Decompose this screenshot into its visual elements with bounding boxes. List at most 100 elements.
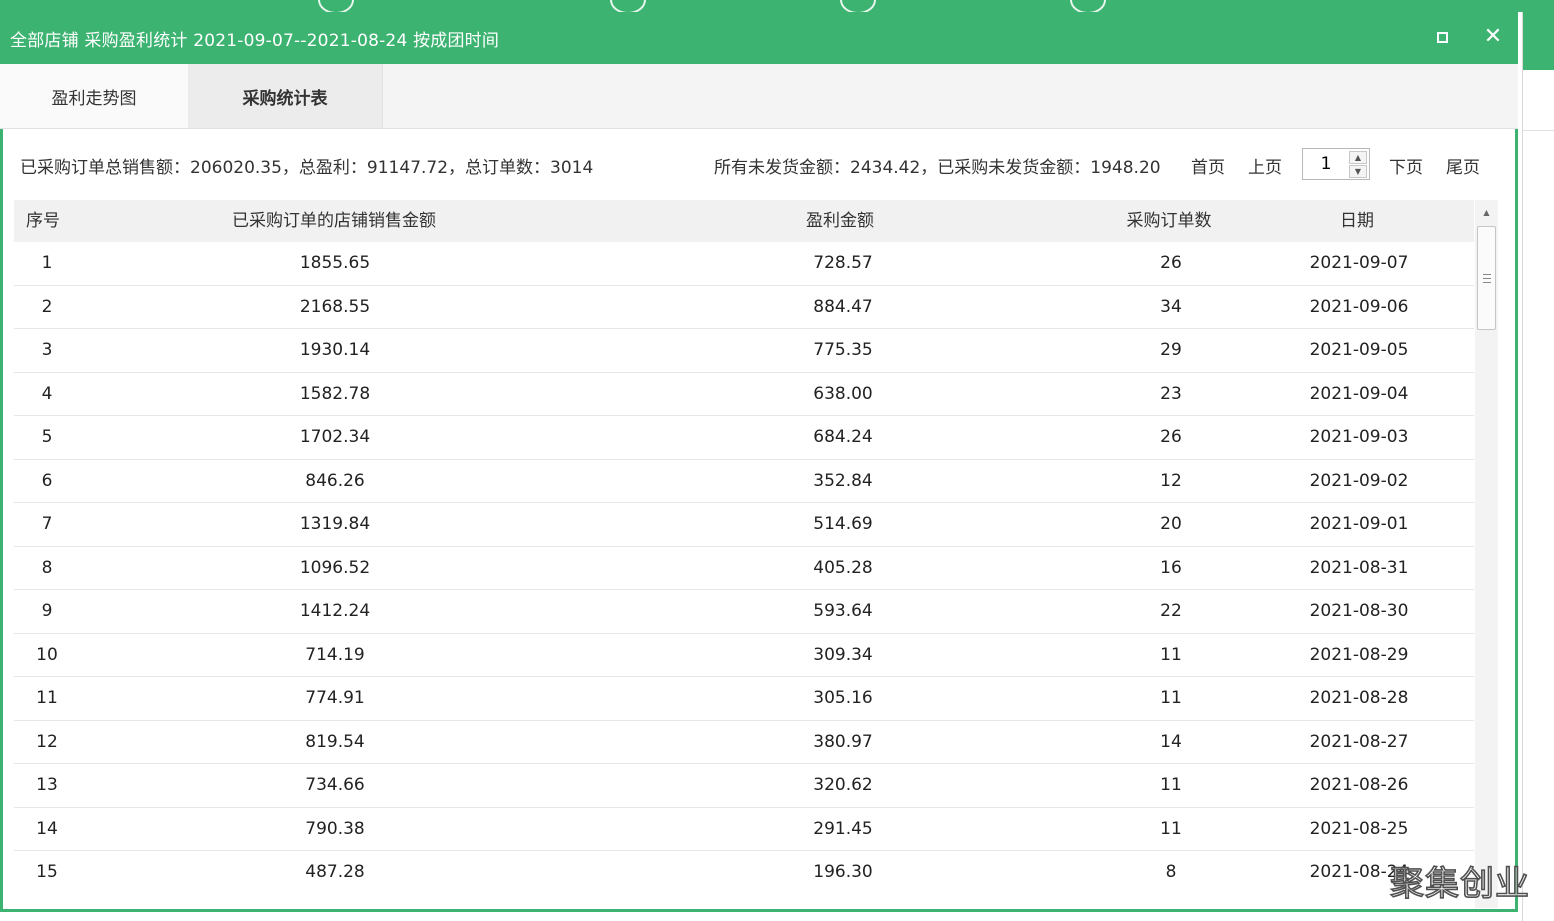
prev-page-link[interactable]: 上页 [1248,153,1282,178]
column-header-orders[interactable]: 采购订单数 [1086,200,1252,242]
table-row[interactable]: 13 734.66 320.62 11 2021-08-26 [14,764,1474,808]
cell-profit: 884.47 [813,296,873,317]
tab-bar: 盈利走势图 采购统计表 [0,64,1518,129]
cell-sales: 1319.84 [299,514,371,534]
table-row[interactable]: 3 1930.14 775.35 29 2021-09-05 [14,329,1474,373]
table-row[interactable]: 11 774.91 305.16 11 2021-08-28 [14,677,1474,721]
column-header-sales[interactable]: 已采购订单的店铺销售金额 [134,200,534,242]
cell-sales: 1930.14 [299,340,371,360]
scrollbar-thumb[interactable] [1477,226,1496,330]
cell-orders: 23 [1160,383,1182,404]
cell-orders: 12 [1160,470,1182,491]
cell-sales: 714.19 [305,644,365,665]
table-row[interactable]: 6 846.26 352.84 12 2021-09-02 [14,460,1474,503]
caret-up-icon: ▲ [1354,153,1362,162]
cell-orders: 11 [1160,644,1182,665]
cell-date: 2021-09-04 [1309,383,1409,404]
maximize-button[interactable] [1427,22,1457,52]
cell-sales: 1412.24 [299,601,371,621]
first-page-link[interactable]: 首页 [1191,153,1225,178]
page-down-button[interactable]: ▼ [1349,165,1367,178]
cell-orders: 34 [1160,296,1182,317]
chevron-up-icon: ▲ [1483,207,1490,217]
cell-profit: 638.00 [813,383,873,404]
cell-date: 2021-09-01 [1309,514,1409,534]
cell-index: 9 [41,601,53,621]
table-row[interactable]: 14 790.38 291.45 11 2021-08-25 [14,808,1474,851]
summary-unshipped: 所有未发货金额：2434.42，已采购未发货金额：1948.20 [714,158,1161,178]
column-header-date[interactable]: 日期 [1260,200,1454,242]
table-row[interactable]: 10 714.19 309.34 11 2021-08-29 [14,634,1474,677]
cell-index: 2 [41,296,53,317]
table-scrollbar[interactable]: ▲ [1475,200,1498,908]
cell-profit: 514.69 [813,514,873,534]
cell-index: 13 [36,775,58,795]
cell-orders: 20 [1160,514,1182,534]
cell-profit: 291.45 [813,818,873,839]
background-app-header [0,0,1554,14]
table-row[interactable]: 2 2168.55 884.47 34 2021-09-06 [14,286,1474,329]
column-header-index[interactable]: 序号 [14,200,80,242]
cell-profit: 309.34 [813,644,873,665]
cell-sales: 1582.78 [299,383,371,404]
column-header-profit[interactable]: 盈利金额 [634,200,1046,242]
cell-orders: 11 [1160,688,1182,708]
cell-profit: 405.28 [813,557,873,578]
table-header: 序号 已采购订单的店铺销售金额 盈利金额 采购订单数 日期 [14,200,1474,242]
table-row[interactable]: 15 487.28 196.30 8 2021-08-24 [14,851,1474,895]
next-page-link[interactable]: 下页 [1389,153,1423,178]
table-row[interactable]: 7 1319.84 514.69 20 2021-09-01 [14,503,1474,547]
cell-orders: 16 [1160,557,1182,578]
cell-index: 5 [41,427,53,447]
watermark-text: 聚集创业 [1389,863,1530,905]
table-row[interactable]: 4 1582.78 638.00 23 2021-09-04 [14,373,1474,416]
cell-sales: 790.38 [305,818,365,839]
cell-profit: 684.24 [813,427,873,447]
cell-index: 10 [36,644,58,665]
close-icon: ✕ [1483,24,1503,49]
cell-profit: 352.84 [813,470,873,491]
cell-orders: 8 [1165,862,1177,882]
cell-date: 2021-08-28 [1309,688,1409,708]
cell-index: 14 [36,818,58,839]
grip-icon [1482,273,1491,283]
cell-date: 2021-08-31 [1309,557,1409,578]
cell-sales: 1096.52 [299,557,371,578]
cell-index: 3 [41,340,53,360]
cell-sales: 774.91 [305,688,365,708]
table-row[interactable]: 12 819.54 380.97 14 2021-08-27 [14,721,1474,764]
cell-date: 2021-08-29 [1309,644,1409,665]
cell-profit: 320.62 [813,775,873,795]
cell-index: 6 [41,470,53,491]
cell-date: 2021-08-26 [1309,775,1409,795]
table-row[interactable]: 1 1855.65 728.57 26 2021-09-07 [14,242,1474,286]
page-number-input[interactable] [1305,151,1347,177]
stats-table: 序号 已采购订单的店铺销售金额 盈利金额 采购订单数 日期 1 1855.65 … [14,200,1474,908]
tab-purchase-stats[interactable]: 采购统计表 [188,64,383,128]
cell-sales: 1855.65 [299,253,371,273]
cell-date: 2021-09-05 [1309,340,1409,360]
cell-date: 2021-08-30 [1309,601,1409,621]
cell-index: 8 [41,557,53,578]
cell-orders: 22 [1160,601,1182,621]
cell-sales: 2168.55 [299,296,371,317]
caret-down-icon: ▼ [1354,167,1362,176]
close-button[interactable]: ✕ [1478,22,1508,52]
cell-date: 2021-09-06 [1309,296,1409,317]
table-row[interactable]: 9 1412.24 593.64 22 2021-08-30 [14,590,1474,634]
cell-sales: 846.26 [305,470,365,491]
last-page-link[interactable]: 尾页 [1446,153,1480,178]
table-row[interactable]: 5 1702.34 684.24 26 2021-09-03 [14,416,1474,460]
cell-index: 15 [36,862,58,882]
cell-sales: 1702.34 [299,427,371,447]
cell-date: 2021-09-02 [1309,470,1409,491]
table-row[interactable]: 8 1096.52 405.28 16 2021-08-31 [14,547,1474,590]
page-number-stepper: ▲ ▼ [1302,148,1370,180]
cell-date: 2021-08-27 [1309,731,1409,752]
cell-index: 12 [36,731,58,752]
cell-sales: 819.54 [305,731,365,752]
tab-profit-trend[interactable]: 盈利走势图 [0,64,188,128]
page-up-button[interactable]: ▲ [1349,151,1367,164]
scroll-up-button[interactable]: ▲ [1475,202,1498,222]
cell-profit: 775.35 [813,340,873,360]
